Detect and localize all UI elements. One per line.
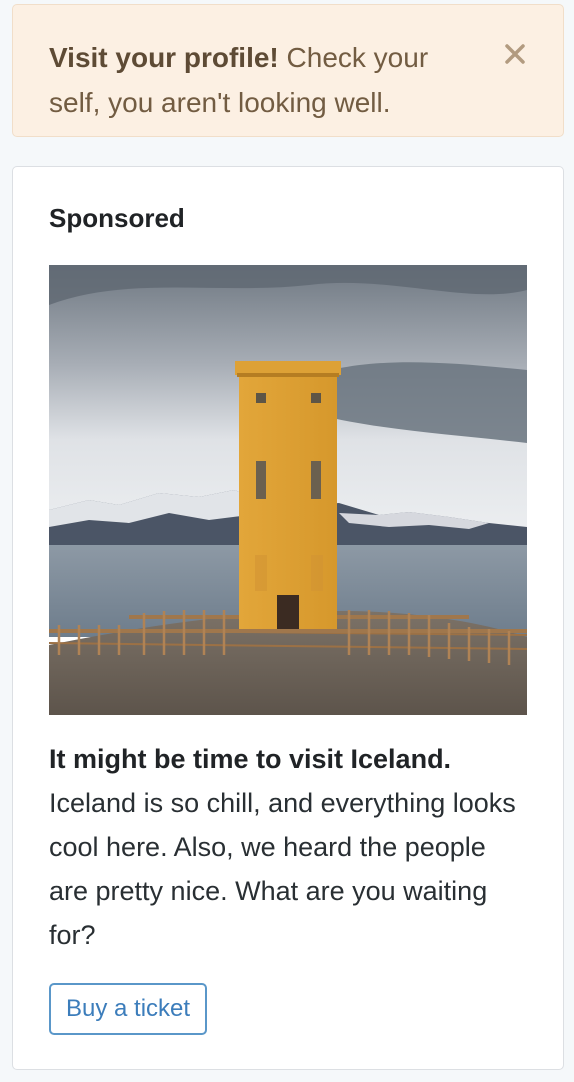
profile-alert: Visit your profile! Check your self, you… (12, 4, 564, 137)
ad-copy: It might be time to visit Iceland. Icela… (49, 737, 527, 957)
ad-body: Iceland is so chill, and everything look… (49, 788, 516, 950)
alert-title: Visit your profile! (49, 42, 279, 73)
sponsored-card: Sponsored It might be time to visit Icel… (12, 166, 564, 1070)
close-icon[interactable] (503, 35, 527, 64)
iceland-tower-photo (49, 265, 527, 715)
card-heading: Sponsored (49, 203, 185, 233)
buy-ticket-button[interactable]: Buy a ticket (49, 983, 208, 1035)
ad-headline: It might be time to visit Iceland. (49, 744, 452, 774)
